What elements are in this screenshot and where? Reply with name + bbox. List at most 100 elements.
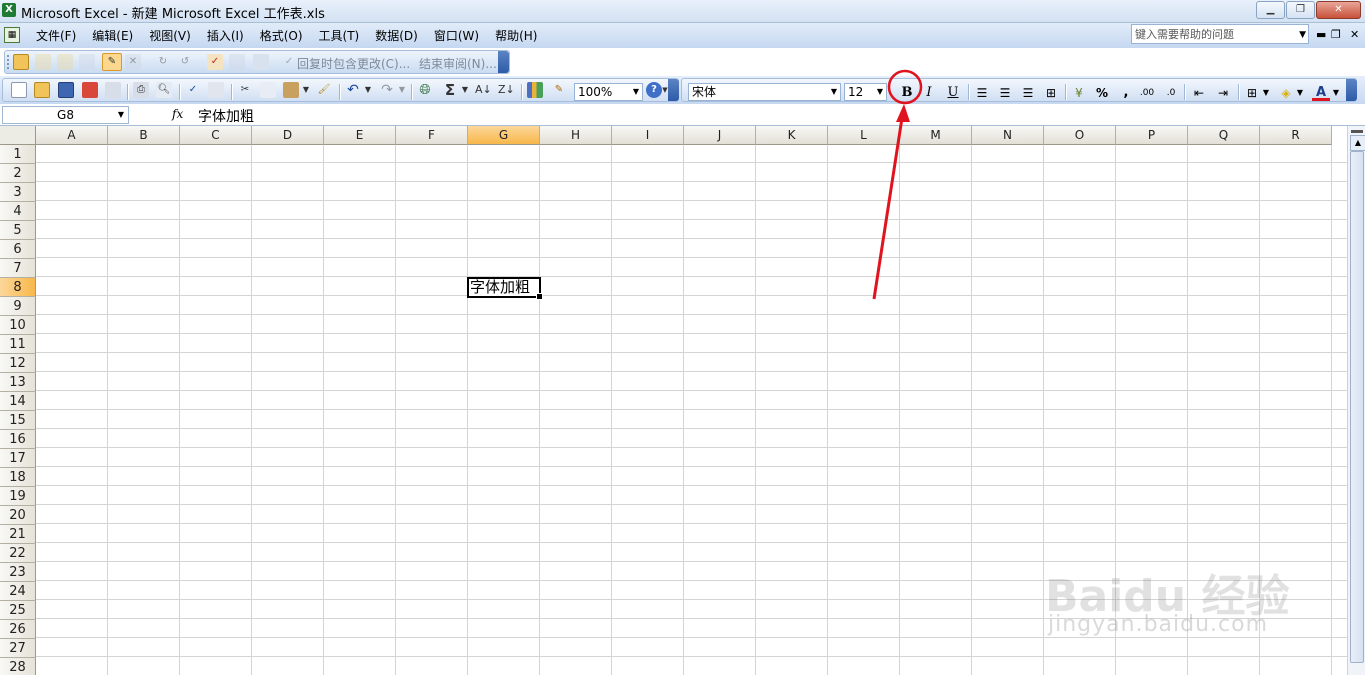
sort-ascending-icon[interactable]: A↓ xyxy=(475,82,492,98)
chevron-down-icon[interactable]: ▼ xyxy=(1299,25,1306,45)
help-icon[interactable]: ? xyxy=(646,82,662,98)
column-header-a[interactable]: A xyxy=(36,126,108,145)
row-header-17[interactable]: 17 xyxy=(0,449,36,468)
format-painter-icon[interactable]: 🖌︎ xyxy=(316,82,332,98)
chevron-down-icon[interactable]: ▼ xyxy=(874,84,886,100)
menu-format[interactable]: 格式(O) xyxy=(252,28,311,44)
column-header-e[interactable]: E xyxy=(324,126,396,145)
toolbar-options-chevron[interactable] xyxy=(1346,79,1357,101)
save-icon[interactable] xyxy=(58,82,74,98)
open-icon[interactable] xyxy=(34,82,50,98)
menu-insert[interactable]: 插入(I) xyxy=(199,28,252,44)
row-header-7[interactable]: 7 xyxy=(0,259,36,278)
column-header-g[interactable]: G xyxy=(468,126,540,145)
merge-center-icon[interactable]: ⊞ xyxy=(1042,85,1060,101)
row-header-28[interactable]: 28 xyxy=(0,658,36,675)
column-header-r[interactable]: R xyxy=(1260,126,1332,145)
align-center-icon[interactable]: ☰ xyxy=(996,85,1014,101)
toolbar-options-chevron[interactable] xyxy=(668,79,679,101)
column-header-i[interactable]: I xyxy=(612,126,684,145)
reply-icon[interactable]: ✓ xyxy=(281,54,297,70)
maximize-button[interactable]: ❐ xyxy=(1286,1,1315,19)
doc-close-button[interactable]: ✕ xyxy=(1350,28,1359,41)
borders-chevron-down-icon[interactable]: ▼ xyxy=(1262,85,1270,101)
redo-icon[interactable]: ↷ xyxy=(379,82,395,98)
formula-input[interactable]: 字体加粗 xyxy=(198,106,254,126)
row-header-14[interactable]: 14 xyxy=(0,392,36,411)
reply-with-changes-button[interactable]: 回复时包含更改(C)... xyxy=(297,55,410,72)
menu-tools[interactable]: 工具(T) xyxy=(311,28,368,44)
currency-icon[interactable]: ¥ xyxy=(1070,85,1088,101)
row-header-3[interactable]: 3 xyxy=(0,183,36,202)
track-changes-icon[interactable]: ↻ xyxy=(155,54,171,70)
new-icon[interactable] xyxy=(11,82,27,98)
column-header-n[interactable]: N xyxy=(972,126,1044,145)
autosum-icon[interactable]: Σ xyxy=(442,82,458,98)
row-header-25[interactable]: 25 xyxy=(0,601,36,620)
column-header-p[interactable]: P xyxy=(1116,126,1188,145)
fill-color-icon[interactable]: ◈ xyxy=(1277,85,1295,101)
comma-button[interactable]: , xyxy=(1117,85,1135,101)
row-header-9[interactable]: 9 xyxy=(0,297,36,316)
row-header-23[interactable]: 23 xyxy=(0,563,36,582)
scroll-thumb[interactable] xyxy=(1350,151,1364,663)
chevron-down-icon[interactable]: ▼ xyxy=(828,84,840,100)
column-header-b[interactable]: B xyxy=(108,126,180,145)
show-comments-icon[interactable]: ✎ xyxy=(102,53,122,71)
folder-icon[interactable] xyxy=(13,54,29,70)
column-header-o[interactable]: O xyxy=(1044,126,1116,145)
menu-data[interactable]: 数据(D) xyxy=(367,28,426,44)
row-header-16[interactable]: 16 xyxy=(0,430,36,449)
autosum-chevron-down-icon[interactable]: ▼ xyxy=(461,82,469,98)
increase-decimal-icon[interactable]: .00 xyxy=(1138,85,1156,101)
decrease-decimal-icon[interactable]: .0 xyxy=(1162,85,1180,101)
menu-edit[interactable]: 编辑(E) xyxy=(84,28,141,44)
font-color-chevron-down-icon[interactable]: ▼ xyxy=(1332,85,1340,101)
print-icon[interactable]: ⎙ xyxy=(133,82,149,98)
row-header-4[interactable]: 4 xyxy=(0,202,36,221)
row-header-21[interactable]: 21 xyxy=(0,525,36,544)
column-header-d[interactable]: D xyxy=(252,126,324,145)
print-preview-icon[interactable]: 🔍︎ xyxy=(156,82,172,98)
toolbar-grip[interactable] xyxy=(7,55,12,69)
percent-button[interactable]: % xyxy=(1093,85,1111,101)
undo-icon[interactable]: ↶ xyxy=(345,82,361,98)
copy-icon[interactable] xyxy=(260,82,276,98)
end-review-button[interactable]: 结束审阅(N)... xyxy=(419,55,497,72)
font-size-select[interactable]: 12 ▼ xyxy=(844,83,887,101)
italic-button[interactable]: I xyxy=(920,85,938,101)
row-header-8[interactable]: 8 xyxy=(0,278,36,297)
comment-prev-icon[interactable] xyxy=(57,54,73,70)
doc-minimize-button[interactable]: ▬ xyxy=(1316,28,1326,41)
menu-file[interactable]: 文件(F) xyxy=(28,28,84,44)
column-header-k[interactable]: K xyxy=(756,126,828,145)
column-header-c[interactable]: C xyxy=(180,126,252,145)
font-name-select[interactable]: 宋体 ▼ xyxy=(688,83,841,101)
row-header-24[interactable]: 24 xyxy=(0,582,36,601)
column-header-f[interactable]: F xyxy=(396,126,468,145)
column-header-l[interactable]: L xyxy=(828,126,900,145)
vertical-scrollbar[interactable]: ▲ xyxy=(1347,126,1365,675)
spelling-icon[interactable]: ✓ xyxy=(185,82,201,98)
email-icon[interactable] xyxy=(105,82,121,98)
row-header-1[interactable]: 1 xyxy=(0,145,36,164)
menu-window[interactable]: 窗口(W) xyxy=(426,28,487,44)
merge-icon[interactable] xyxy=(253,54,269,70)
bold-button[interactable]: B xyxy=(898,85,916,101)
toolbar-options-chevron[interactable] xyxy=(498,51,509,73)
permission-icon[interactable] xyxy=(82,82,98,98)
fill-color-chevron-down-icon[interactable]: ▼ xyxy=(1296,85,1304,101)
font-color-button[interactable]: A xyxy=(1312,85,1330,101)
row-header-6[interactable]: 6 xyxy=(0,240,36,259)
split-box[interactable] xyxy=(1351,130,1363,133)
row-header-27[interactable]: 27 xyxy=(0,639,36,658)
comment-icon[interactable] xyxy=(35,54,51,70)
column-header-q[interactable]: Q xyxy=(1188,126,1260,145)
chevron-down-icon[interactable]: ▼ xyxy=(118,107,124,123)
hyperlink-icon[interactable]: 🌐︎ xyxy=(417,82,433,98)
protect-icon[interactable] xyxy=(229,54,245,70)
borders-icon[interactable]: ⊞ xyxy=(1243,85,1261,101)
research-icon[interactable] xyxy=(208,82,224,98)
insert-function-button[interactable]: fx xyxy=(172,107,183,121)
row-header-10[interactable]: 10 xyxy=(0,316,36,335)
